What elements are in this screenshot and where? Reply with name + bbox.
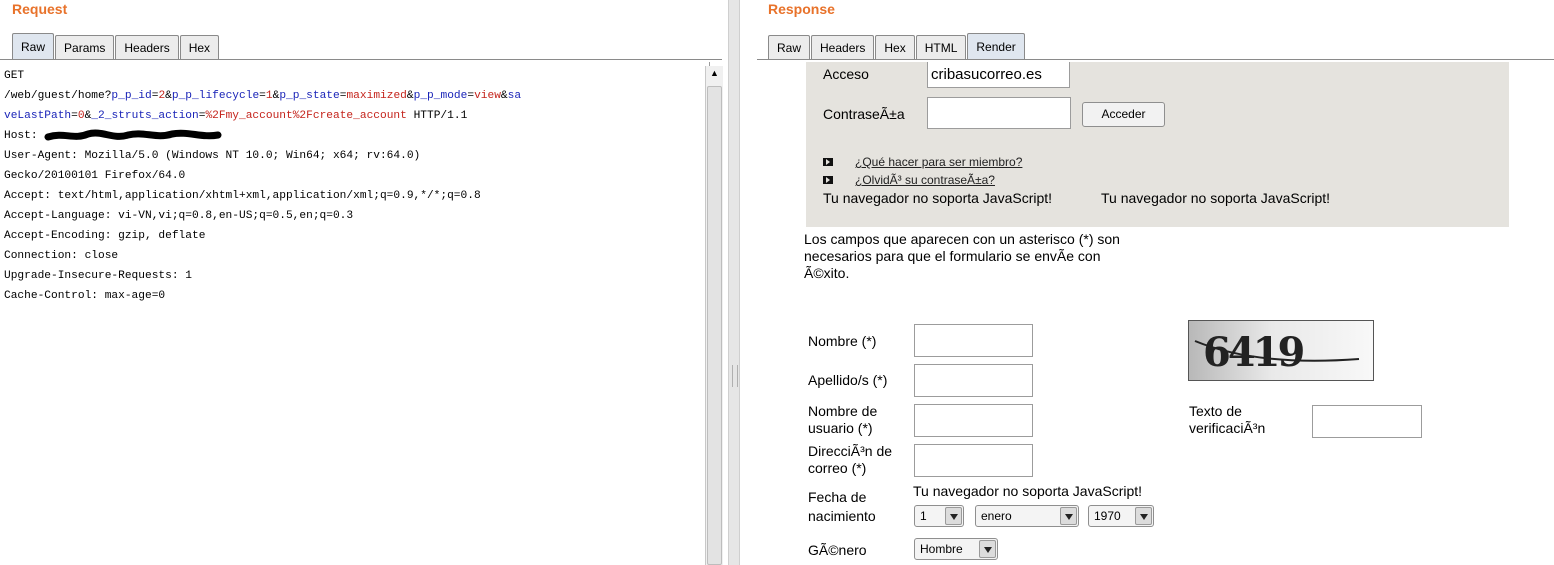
year-value: 1970 bbox=[1094, 509, 1121, 523]
nombre-label: Nombre (*) bbox=[808, 333, 877, 349]
captcha-graphic: 6419 bbox=[1194, 329, 1360, 376]
chevron-down-icon[interactable] bbox=[945, 507, 962, 525]
chevron-down-icon[interactable] bbox=[979, 540, 996, 558]
scroll-up-arrow-icon[interactable]: ▲ bbox=[706, 66, 723, 80]
nombre-input[interactable] bbox=[914, 324, 1033, 357]
response-tab-underline bbox=[757, 59, 1554, 60]
fecha-nojs-message: Tu navegador no soporta JavaScript! bbox=[913, 483, 1143, 499]
apellidos-input[interactable] bbox=[914, 364, 1033, 397]
response-tabs: Raw Headers Hex HTML Render bbox=[768, 33, 1026, 59]
usuario-label-line2: usuario (*) bbox=[808, 420, 873, 436]
intro-line-3: Ã©xito. bbox=[804, 265, 850, 281]
year-select[interactable]: 1970 bbox=[1088, 505, 1154, 527]
month-value: enero bbox=[981, 509, 1012, 523]
tab-html[interactable]: HTML bbox=[915, 35, 967, 59]
fecha-label-line1: Fecha de bbox=[808, 489, 867, 505]
genero-value: Hombre bbox=[920, 542, 963, 556]
request-tab-underline bbox=[0, 59, 722, 60]
request-text[interactable]: GET /web/guest/home?p_p_id=2&p_p_lifecyc… bbox=[4, 66, 521, 306]
day-select[interactable]: 1 bbox=[914, 505, 964, 527]
captcha-image: 6419 bbox=[1188, 320, 1374, 381]
genero-label: GÃ©nero bbox=[808, 542, 867, 558]
tab-raw[interactable]: Raw bbox=[768, 35, 811, 59]
tab-raw[interactable]: Raw bbox=[12, 33, 55, 59]
divider-grip-icon[interactable] bbox=[732, 365, 738, 387]
genero-select[interactable]: Hombre bbox=[914, 538, 998, 560]
request-scrollbar[interactable]: ▲ bbox=[705, 66, 723, 565]
response-title: Response bbox=[768, 1, 835, 17]
intro-line-2: necesarios para que el formulario se env… bbox=[804, 248, 1101, 264]
usuario-label-line1: Nombre de bbox=[808, 403, 878, 419]
fecha-label-line2: nacimiento bbox=[808, 508, 876, 524]
split-pane-divider[interactable] bbox=[728, 0, 740, 565]
verificacion-input[interactable] bbox=[1312, 405, 1422, 438]
password-input[interactable] bbox=[927, 97, 1071, 129]
apellidos-label: Apellido/s (*) bbox=[808, 372, 888, 388]
forgot-password-link[interactable]: ¿OlvidÃ³ su contraseÃ±a? bbox=[855, 173, 995, 187]
bullet-icon bbox=[823, 176, 833, 184]
bullet-icon bbox=[823, 158, 833, 166]
acceder-button[interactable]: Acceder bbox=[1082, 102, 1165, 127]
scroll-thumb[interactable] bbox=[707, 86, 722, 565]
nojs-message-2: Tu navegador no soporta JavaScript! bbox=[1101, 190, 1331, 206]
usuario-input[interactable] bbox=[914, 404, 1033, 437]
intro-line-1: Los campos que aparecen con un asterisco… bbox=[804, 231, 1120, 247]
request-tabs: Raw Params Headers Hex bbox=[12, 33, 220, 59]
tab-hex[interactable]: Hex bbox=[875, 35, 915, 59]
tab-headers[interactable]: Headers bbox=[811, 35, 875, 59]
nojs-message-1: Tu navegador no soporta JavaScript! bbox=[823, 190, 1053, 206]
member-link[interactable]: ¿Qué hacer para ser miembro? bbox=[855, 155, 1022, 169]
correo-label-line1: DirecciÃ³n de bbox=[808, 443, 893, 459]
acceso-label: Acceso bbox=[823, 66, 869, 82]
correo-input[interactable] bbox=[914, 444, 1033, 477]
tab-params[interactable]: Params bbox=[55, 35, 115, 59]
redacted-host-scribble bbox=[44, 129, 222, 141]
correo-label-line2: correo (*) bbox=[808, 460, 867, 476]
password-label: ContraseÃ±a bbox=[823, 106, 905, 122]
captcha-text: 6419 bbox=[1203, 329, 1303, 376]
verificacion-label-line1: Texto de bbox=[1189, 403, 1242, 419]
month-select[interactable]: enero bbox=[975, 505, 1079, 527]
chevron-down-icon[interactable] bbox=[1135, 507, 1152, 525]
verificacion-label-line2: verificaciÃ³n bbox=[1189, 420, 1266, 436]
request-editor[interactable]: GET /web/guest/home?p_p_id=2&p_p_lifecyc… bbox=[0, 62, 710, 565]
tab-headers[interactable]: Headers bbox=[115, 35, 179, 59]
chevron-down-icon[interactable] bbox=[1060, 507, 1077, 525]
acceso-input[interactable]: cribasucorreo.es bbox=[927, 62, 1070, 88]
tab-render[interactable]: Render bbox=[967, 33, 1025, 59]
tab-hex[interactable]: Hex bbox=[179, 35, 220, 59]
request-title: Request bbox=[12, 1, 68, 17]
day-value: 1 bbox=[920, 509, 927, 523]
